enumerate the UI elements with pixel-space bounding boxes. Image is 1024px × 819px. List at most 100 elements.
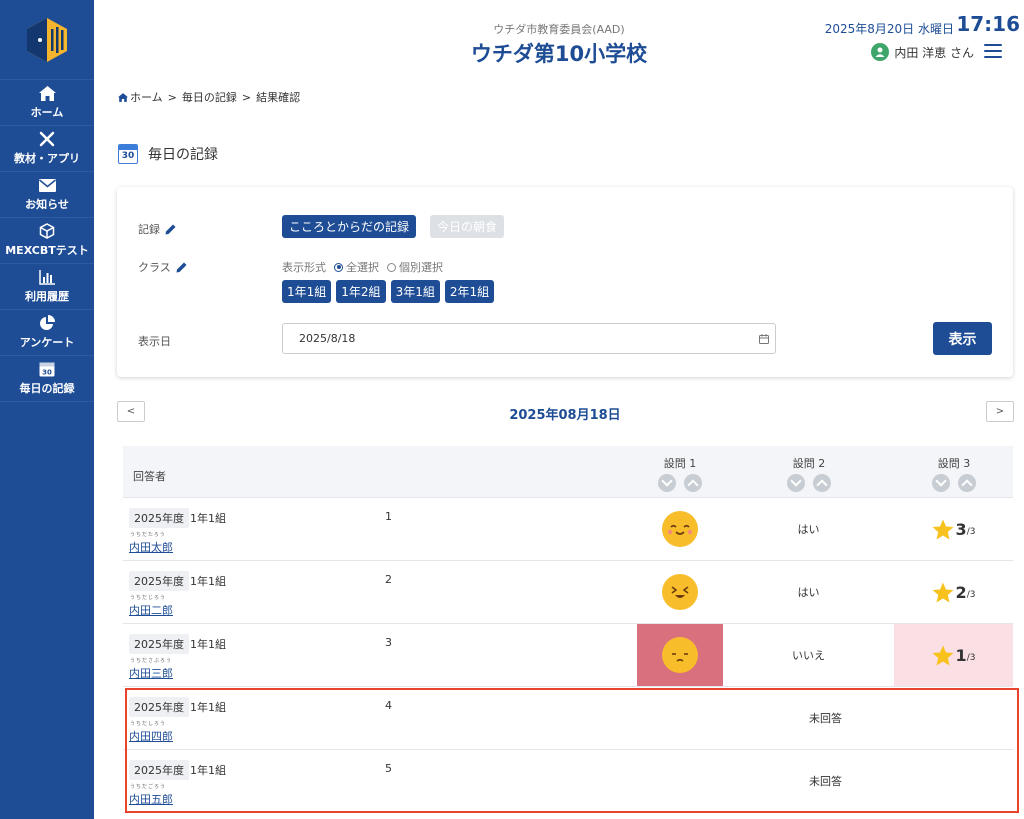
score: 2 xyxy=(955,582,967,602)
sidebar-item-survey[interactable]: アンケート xyxy=(0,310,94,356)
results-table: 回答者 設問 1 設問 2 設問 3 2025年度 1年1組 うちだたろう 内田… xyxy=(123,446,1013,813)
table-row: 2025年度 1年1組 うちだしろう 内田四郎 4 未回答 xyxy=(123,687,1013,750)
sort-asc-button[interactable] xyxy=(813,474,831,492)
star-icon xyxy=(932,519,954,539)
name-ruby: うちだたろう xyxy=(130,532,166,538)
class-button[interactable]: 3年1組 xyxy=(390,280,440,303)
home-icon xyxy=(118,92,128,102)
sidebar-item-label: アンケート xyxy=(19,336,75,349)
class-name: 1年1組 xyxy=(190,638,226,651)
name-ruby: うちださぶろう xyxy=(130,658,173,664)
unanswered-status: 未回答 xyxy=(809,712,842,725)
calendar-icon: 30 xyxy=(118,144,138,164)
student-name[interactable]: 内田五郎 xyxy=(129,791,173,807)
answer-q1 xyxy=(637,561,723,623)
student-name[interactable]: 内田三郎 xyxy=(129,665,173,681)
display-mode: 表示形式 全選択 個別選択 xyxy=(282,259,443,275)
calendar-picker-icon[interactable] xyxy=(759,334,769,344)
class-button[interactable]: 1年1組 xyxy=(282,280,332,303)
next-date-button[interactable]: > xyxy=(986,401,1014,422)
answer-q3: 2 /3 xyxy=(894,561,1013,623)
radio-select-all[interactable] xyxy=(334,262,343,272)
sort-desc-button[interactable] xyxy=(932,474,950,492)
student-name[interactable]: 内田二郎 xyxy=(129,602,173,618)
answer-q2: いいえ xyxy=(792,649,825,662)
question-2-header: 設問 2 xyxy=(766,455,852,492)
page-heading: 30 毎日の記録 xyxy=(118,144,218,164)
year-badge: 2025年度 xyxy=(129,697,189,717)
class-button[interactable]: 2年1組 xyxy=(444,280,495,303)
answer-q3: 3 /3 xyxy=(894,498,1013,560)
respondent-header: 回答者 xyxy=(133,470,166,483)
sidebar-item-mexcbt[interactable]: MEXCBTテスト xyxy=(0,218,94,264)
sidebar-item-label: 教材・アプリ xyxy=(14,152,80,165)
record-label: 記録 xyxy=(138,221,176,237)
class-label: クラス xyxy=(138,259,187,275)
answer-q2: はい xyxy=(797,523,820,536)
sort-desc-button[interactable] xyxy=(658,474,676,492)
radio-select-all-label[interactable]: 全選択 xyxy=(346,259,379,275)
record-type-breakfast-button[interactable]: 今日の朝食 xyxy=(430,215,505,238)
user-name: 内田 洋恵 さん xyxy=(894,45,974,60)
smile-face-icon xyxy=(662,511,698,547)
show-button[interactable]: 表示 xyxy=(933,322,992,355)
student-number: 1 xyxy=(385,510,392,523)
envelope-icon xyxy=(38,177,56,193)
calendar-icon: 30 xyxy=(38,361,56,377)
score: 1 xyxy=(955,645,967,665)
answer-q2: はい xyxy=(797,586,820,599)
class-name: 1年1組 xyxy=(190,764,226,777)
sidebar-item-notices[interactable]: お知らせ xyxy=(0,172,94,218)
radio-select-individual[interactable] xyxy=(387,262,396,272)
table-row: 2025年度 1年1組 うちだごろう 内田五郎 5 未回答 xyxy=(123,750,1013,813)
header: ウチダ市教育委員会(AAD) ウチダ第10小学校 2025年8月20日 水曜日 … xyxy=(94,0,1024,78)
unanswered-status: 未回答 xyxy=(809,775,842,788)
year-badge: 2025年度 xyxy=(129,760,189,780)
current-date: 2025年8月20日 水曜日 xyxy=(824,22,954,36)
name-ruby: うちだしろう xyxy=(130,721,167,727)
question-1-header: 設問 1 xyxy=(637,455,723,492)
year-badge: 2025年度 xyxy=(129,634,189,654)
sad-face-icon xyxy=(662,637,698,673)
table-row: 2025年度 1年1組 うちだたろう 内田太郎 1 はい 3 /3 xyxy=(123,498,1013,561)
cube-icon xyxy=(38,223,56,239)
hamburger-menu-icon[interactable] xyxy=(984,44,1002,58)
score-max: /3 xyxy=(966,653,976,663)
student-name[interactable]: 内田四郎 xyxy=(129,728,173,744)
answer-q1 xyxy=(637,624,723,686)
sidebar-item-usage-history[interactable]: 利用履歴 xyxy=(0,264,94,310)
score-max: /3 xyxy=(966,527,976,537)
student-name[interactable]: 内田太郎 xyxy=(129,539,173,555)
score: 3 xyxy=(955,519,967,539)
sidebar-item-daily-record[interactable]: 30 毎日の記録 xyxy=(0,356,94,402)
sidebar-item-materials[interactable]: 教材・アプリ xyxy=(0,126,94,172)
star-icon xyxy=(932,645,954,665)
sort-desc-button[interactable] xyxy=(787,474,805,492)
pencil-icon xyxy=(176,262,187,272)
radio-select-individual-label[interactable]: 個別選択 xyxy=(399,259,443,275)
home-icon xyxy=(38,85,56,101)
date-input[interactable] xyxy=(282,323,776,354)
sidebar-item-label: MEXCBTテスト xyxy=(5,244,89,257)
logo-icon[interactable] xyxy=(26,17,68,63)
user-info[interactable]: 内田 洋恵 さん xyxy=(871,43,974,61)
class-buttons: 1年1組 1年2組 3年1組 2年1組 xyxy=(282,280,495,303)
student-number: 3 xyxy=(385,636,392,649)
breadcrumb-home[interactable]: ホーム xyxy=(130,89,163,105)
score-max: /3 xyxy=(966,590,976,600)
user-icon xyxy=(871,43,890,61)
student-number: 2 xyxy=(385,573,392,586)
name-ruby: うちだじろう xyxy=(130,595,167,601)
class-name: 1年1組 xyxy=(190,701,226,714)
sort-asc-button[interactable] xyxy=(684,474,702,492)
sort-asc-button[interactable] xyxy=(958,474,976,492)
breadcrumb-separator: > xyxy=(241,90,252,104)
record-type-mind-body-button[interactable]: こころとからだの記録 xyxy=(282,215,417,238)
sidebar-item-label: ホーム xyxy=(30,106,64,119)
pencil-icon xyxy=(165,224,176,234)
filter-panel: 記録 こころとからだの記録 今日の朝食 クラス 表示形式 全選択 個別選択 1年… xyxy=(117,187,1013,377)
breadcrumb-separator: > xyxy=(167,90,177,104)
breadcrumb-daily-record[interactable]: 毎日の記録 xyxy=(182,89,237,105)
class-button[interactable]: 1年2組 xyxy=(336,280,386,303)
sidebar-item-home[interactable]: ホーム xyxy=(0,80,94,126)
